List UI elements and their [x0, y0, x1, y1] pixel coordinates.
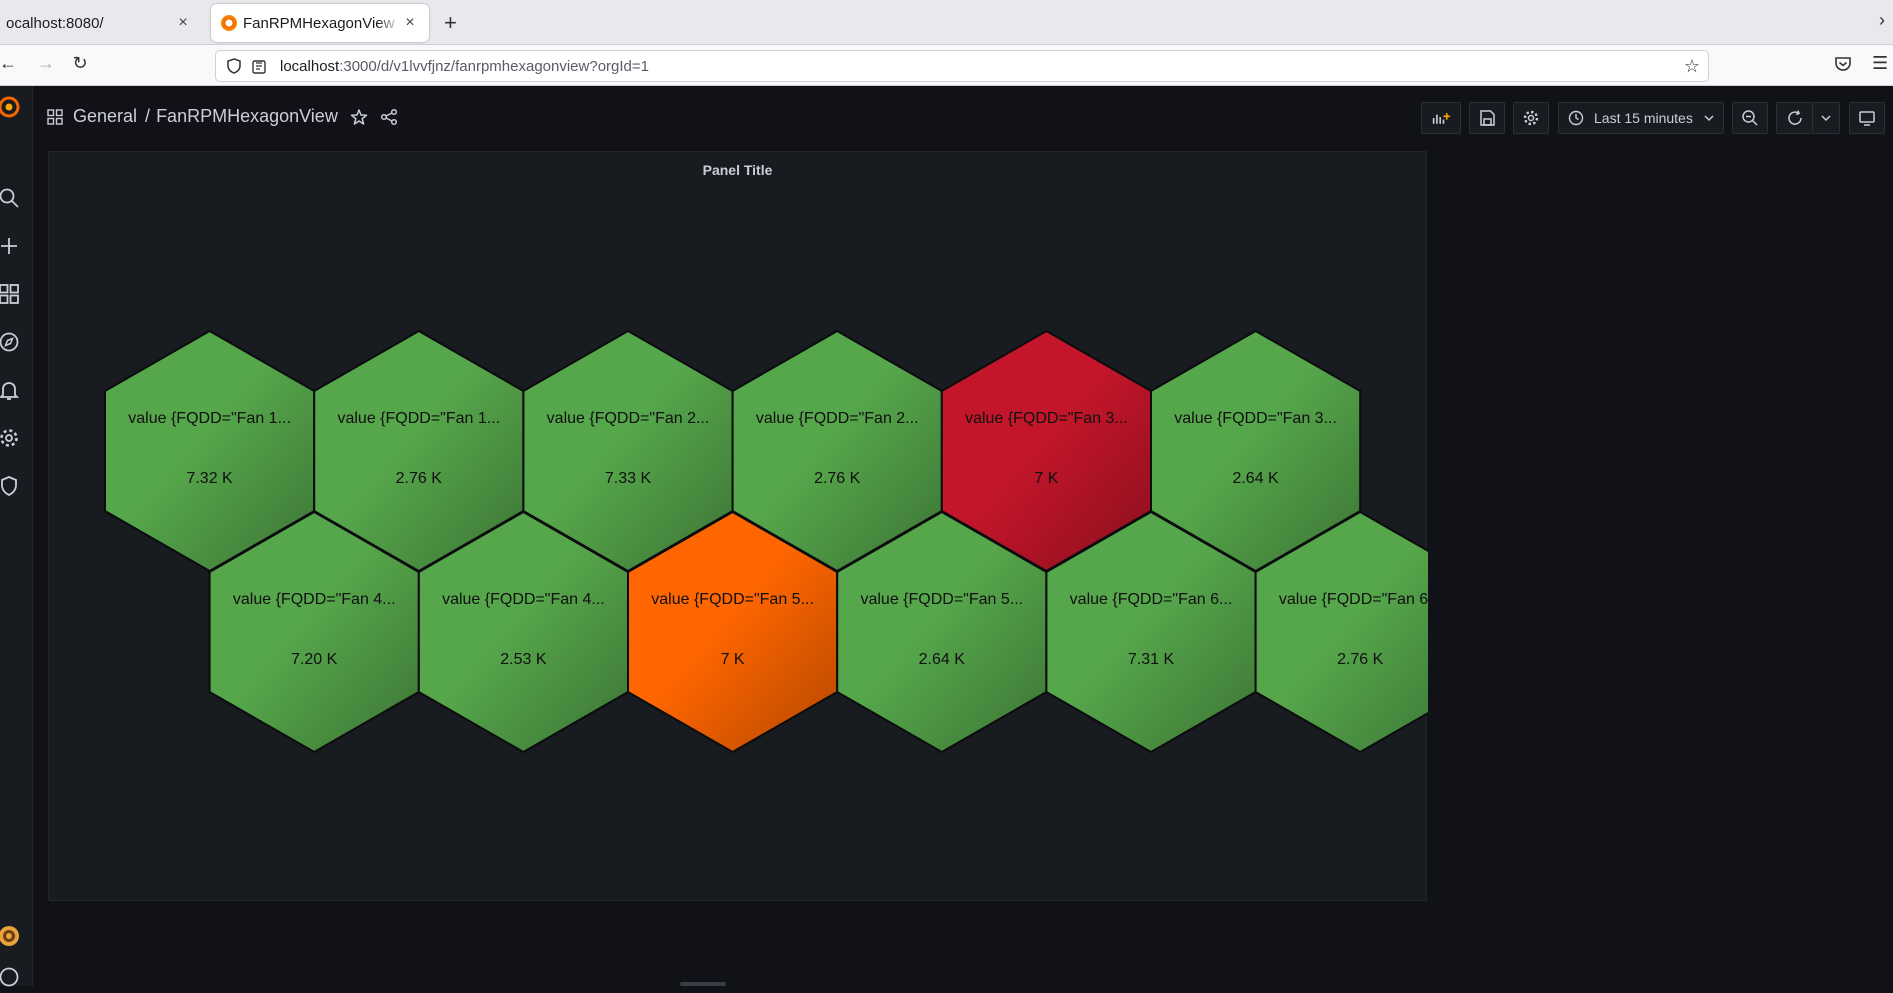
refresh-icon	[1787, 110, 1802, 125]
grafana-sidemenu	[0, 86, 33, 988]
settings-gear-icon	[1523, 110, 1539, 126]
hexagon-value: 7.31 K	[1128, 651, 1175, 668]
browser-navbar: ← → ↻ localhost:3000/d/v1lvvfjnz/fanrpmh…	[0, 45, 1893, 86]
hexagon-value: 7 K	[721, 651, 745, 668]
hexagon-label: value {FQDD="Fan 2...	[547, 410, 710, 427]
hexagon-label: value {FQDD="Fan 6...	[1070, 591, 1233, 608]
dashboard-title[interactable]: FanRPMHexagonView	[156, 106, 338, 127]
browser-tabbar: ocalhost:8080/ × FanRPMHexagonView - Gra…	[0, 0, 1893, 45]
page-info-icon[interactable]	[252, 58, 266, 74]
hexagon-value: 7.32 K	[186, 470, 233, 487]
server-admin-shield-icon[interactable]	[0, 475, 20, 497]
help-icon[interactable]	[0, 966, 20, 988]
tracking-protection-shield-icon[interactable]	[226, 58, 242, 74]
grafana-favicon-icon	[221, 15, 237, 31]
breadcrumb-folder-link[interactable]: General	[73, 106, 137, 127]
list-all-tabs-icon[interactable]: ›	[1879, 10, 1885, 31]
time-range-label: Last 15 minutes	[1594, 110, 1693, 126]
grafana-app: General / FanRPMHexagonView Last 15 minu…	[0, 86, 1893, 988]
hexagon-value: 2.76 K	[1337, 651, 1384, 668]
hexagon-value: 7.20 K	[291, 651, 338, 668]
browser-tab-localhost-8080[interactable]: ocalhost:8080/ ×	[0, 4, 202, 42]
hexagon-value: 7 K	[1034, 470, 1058, 487]
refresh-interval-dropdown[interactable]	[1812, 102, 1840, 134]
dashboard-settings-button[interactable]	[1513, 102, 1549, 134]
tab-title: FanRPMHexagonView - Grafana	[243, 14, 401, 32]
forward-icon[interactable]: →	[34, 53, 58, 74]
hexagon-label: value {FQDD="Fan 4...	[442, 591, 605, 608]
tab-title: ocalhost:8080/	[6, 14, 104, 32]
hexagon-value: 2.64 K	[1232, 470, 1279, 487]
hexagon-label: value {FQDD="Fan 5...	[651, 591, 814, 608]
bookmark-star-icon[interactable]: ☆	[1684, 56, 1700, 77]
configuration-gear-icon[interactable]	[0, 427, 20, 449]
clock-icon	[1568, 110, 1584, 126]
back-icon[interactable]: ←	[0, 53, 20, 74]
pocket-icon[interactable]	[1834, 56, 1852, 72]
scroll-handle[interactable]	[680, 982, 726, 986]
explore-compass-icon[interactable]	[0, 331, 20, 353]
monitor-icon	[1859, 111, 1875, 126]
breadcrumb: General / FanRPMHexagonView	[47, 106, 398, 127]
chevron-down-icon	[1704, 115, 1714, 122]
url-text: localhost:3000/d/v1lvvfjnz/fanrpmhexagon…	[280, 57, 649, 75]
hexagon-label: value {FQDD="Fan 1...	[337, 410, 500, 427]
hexagon-grid: value {FQDD="Fan 1... 7.32 K value {FQDD="…	[49, 152, 1466, 902]
dashboard-navbar: General / FanRPMHexagonView Last 15 minu…	[33, 86, 1893, 150]
reload-icon[interactable]: ↻	[68, 53, 92, 74]
hexagon-label: value {FQDD="Fan 2...	[756, 410, 919, 427]
time-picker-button[interactable]: Last 15 minutes	[1558, 102, 1724, 134]
create-plus-icon[interactable]	[0, 235, 20, 257]
user-avatar-icon[interactable]	[0, 925, 20, 947]
hexagon-label: value {FQDD="Fan 3...	[965, 410, 1128, 427]
dashboard-grid-icon	[47, 108, 63, 125]
tab-close-icon[interactable]: ×	[401, 14, 419, 32]
save-dashboard-button[interactable]	[1469, 102, 1505, 134]
browser-tab-grafana[interactable]: FanRPMHexagonView - Grafana ×	[211, 4, 429, 42]
hexagon-value: 2.64 K	[919, 651, 966, 668]
dashboards-icon[interactable]	[0, 283, 20, 305]
address-bar[interactable]: localhost:3000/d/v1lvvfjnz/fanrpmhexagon…	[215, 50, 1709, 82]
hexagon-label: value {FQDD="Fan 1...	[128, 410, 291, 427]
zoom-out-icon	[1742, 110, 1758, 126]
hexagon-value: 2.76 K	[396, 470, 443, 487]
hexagon-value: 2.53 K	[500, 651, 547, 668]
breadcrumb-separator: /	[145, 106, 151, 126]
app-menu-icon[interactable]: ☰	[1872, 53, 1888, 74]
refresh-dashboard-button[interactable]	[1776, 102, 1812, 134]
mark-favorite-star-icon[interactable]	[350, 108, 368, 126]
save-icon	[1480, 110, 1495, 126]
hexagon-panel: Panel Title value {FQDD="Fan 1... 7.32 Kv…	[48, 151, 1466, 902]
tab-close-icon[interactable]: ×	[174, 14, 192, 32]
hexagon-label: value {FQDD="Fan 4...	[233, 591, 396, 608]
alerting-bell-icon[interactable]	[0, 379, 20, 401]
hexagon-value: 7.33 K	[605, 470, 652, 487]
hexagon-label: value {FQDD="Fan 5...	[860, 591, 1023, 608]
add-panel-button[interactable]	[1421, 102, 1461, 134]
search-icon[interactable]	[0, 187, 20, 209]
hexagon-value: 2.76 K	[814, 470, 861, 487]
add-panel-icon	[1432, 113, 1450, 124]
zoom-out-button[interactable]	[1732, 102, 1768, 134]
hexagon-label: value {FQDD="Fan 6...	[1279, 591, 1428, 608]
chevron-down-icon	[1821, 115, 1831, 122]
new-tab-button[interactable]: +	[444, 10, 457, 36]
hexagon-label: value {FQDD="Fan 3...	[1174, 410, 1337, 427]
cycle-view-mode-button[interactable]	[1849, 102, 1885, 134]
share-dashboard-icon[interactable]	[380, 108, 398, 126]
grafana-logo-icon[interactable]	[0, 96, 20, 118]
